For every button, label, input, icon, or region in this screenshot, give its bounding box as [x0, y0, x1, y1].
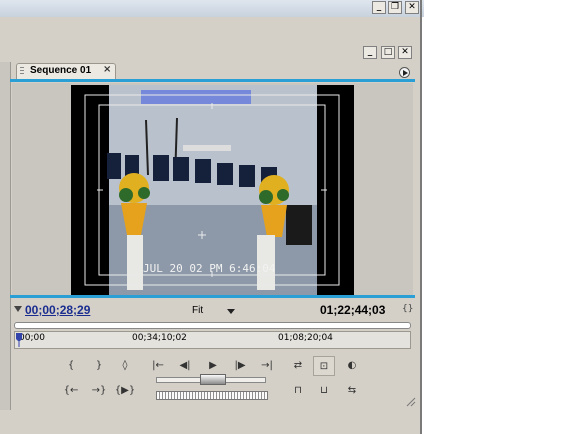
in-out-duration-icon: {}: [402, 304, 414, 314]
mark-in-button[interactable]: {: [60, 356, 82, 376]
panel-close-icon[interactable]: ✕: [398, 46, 412, 59]
ruler-label-end: 01;08;20;04: [278, 333, 333, 343]
duration-timecode: 01;22;44;03: [320, 303, 386, 317]
play-button[interactable]: ▶: [202, 356, 224, 376]
step-forward-button[interactable]: |▶: [229, 356, 251, 376]
ruler-label-mid: 00;34;10;02: [132, 333, 187, 343]
shuttle-slider[interactable]: [156, 391, 268, 400]
minimize-icon[interactable]: _: [372, 1, 386, 14]
tab-close-icon[interactable]: ×: [103, 64, 111, 75]
lift-button[interactable]: ⊓: [287, 381, 309, 401]
panel-maximize-icon[interactable]: □: [381, 46, 395, 59]
jog-knob[interactable]: [200, 374, 226, 385]
video-frame: JUL 20 02 PM 6:46:04: [71, 85, 354, 296]
extract-button[interactable]: ⊔: [313, 381, 335, 401]
video-date-stamp: JUL 20 02 PM 6:46:04: [143, 262, 276, 275]
tab-label: Sequence 01: [30, 65, 92, 76]
step-back-button[interactable]: ◀|: [174, 356, 196, 376]
step-back-to-edit-button[interactable]: |←: [147, 356, 169, 376]
tab-sequence-01[interactable]: Sequence 01 ×: [16, 63, 116, 79]
safe-margins-button[interactable]: ⊡: [313, 356, 335, 376]
set-marker-button[interactable]: ◊: [114, 356, 136, 376]
output-button[interactable]: ◐: [341, 356, 363, 376]
go-to-in-button[interactable]: {←: [60, 381, 82, 401]
adjacent-panel-edge: [0, 62, 11, 410]
current-timecode[interactable]: 00;00;28;29: [25, 303, 90, 317]
zoom-scroll-bar[interactable]: [14, 322, 411, 329]
tab-grip-icon[interactable]: [20, 67, 24, 76]
step-forward-to-edit-button[interactable]: →|: [256, 356, 278, 376]
resize-grip-icon[interactable]: [404, 395, 416, 407]
trim-button[interactable]: ⇆: [341, 381, 363, 401]
panel-menu-icon[interactable]: [399, 67, 410, 78]
timecode-dropdown-icon[interactable]: [14, 306, 22, 312]
close-icon[interactable]: ✕: [405, 1, 419, 14]
mark-out-button[interactable]: }: [88, 356, 110, 376]
go-to-out-button[interactable]: →}: [88, 381, 110, 401]
monitor-focus-bar: [10, 295, 415, 298]
playhead-icon[interactable]: [15, 333, 23, 347]
restore-icon[interactable]: ❐: [388, 1, 402, 14]
time-ruler[interactable]: [14, 331, 411, 349]
play-in-to-out-button[interactable]: {▶}: [114, 381, 136, 401]
panel-focus-bar: [10, 79, 415, 82]
panel-header: [0, 40, 420, 62]
loop-button[interactable]: ⇄: [287, 356, 309, 376]
panel-minimize-icon[interactable]: _: [363, 46, 377, 59]
zoom-dropdown-icon[interactable]: [227, 309, 235, 314]
title-bar: [0, 0, 424, 17]
zoom-select-value[interactable]: Fit: [192, 305, 203, 316]
window-edge: [420, 0, 422, 434]
